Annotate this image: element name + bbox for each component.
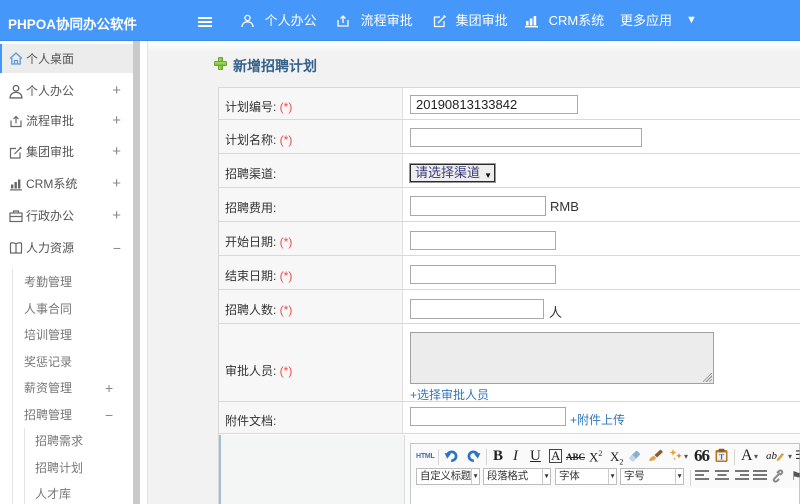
svg-text:ab: ab <box>766 450 778 462</box>
svg-text:T: T <box>719 453 725 462</box>
